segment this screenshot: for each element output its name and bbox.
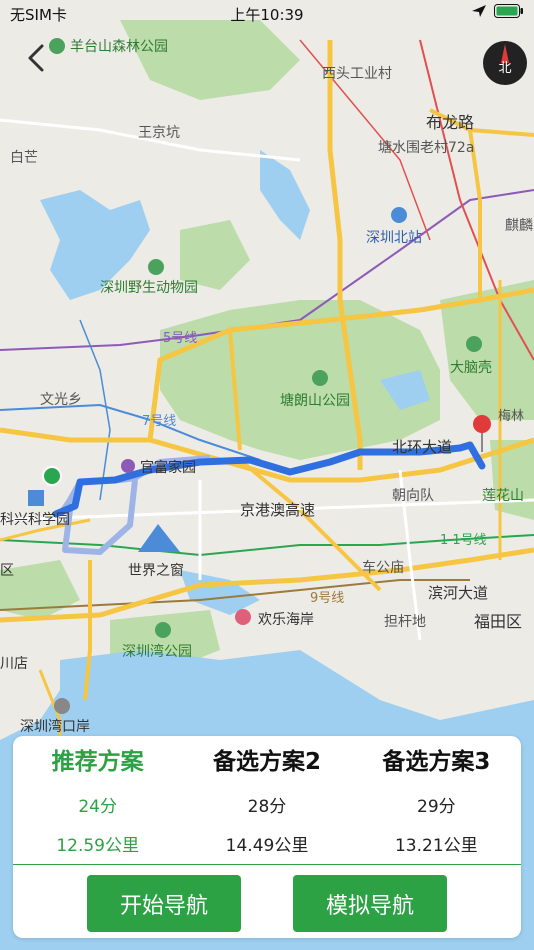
plan-name: 备选方案3 — [382, 749, 491, 775]
plan-duration: 29分 — [417, 797, 456, 817]
simulate-navigation-button[interactable]: 模拟导航 — [293, 875, 447, 932]
compass-button[interactable]: 北 — [482, 40, 528, 86]
route-plan-alt-2[interactable]: 备选方案2 28分 14.49公里 — [182, 736, 351, 866]
route-plan-recommended[interactable]: 推荐方案 24分 12.59公里 — [13, 736, 182, 866]
route-plans: 推荐方案 24分 12.59公里 备选方案2 28分 14.49公里 备选方案3… — [13, 736, 521, 866]
plan-duration: 28分 — [247, 797, 287, 817]
route-panel: 推荐方案 24分 12.59公里 备选方案2 28分 14.49公里 备选方案3… — [13, 736, 521, 938]
chevron-left-icon — [28, 44, 44, 72]
status-icons — [470, 4, 524, 18]
plan-name: 备选方案2 — [212, 749, 321, 775]
location-icon — [472, 5, 486, 17]
plan-name: 推荐方案 — [51, 749, 144, 775]
plan-duration: 24分 — [78, 797, 117, 817]
start-navigation-button[interactable]: 开始导航 — [87, 875, 241, 932]
back-button[interactable] — [22, 40, 52, 76]
battery-icon — [494, 4, 523, 18]
route-plan-alt-3[interactable]: 备选方案3 29分 13.21公里 — [352, 736, 521, 866]
plan-distance: 12.59公里 — [56, 836, 139, 856]
plan-distance: 13.21公里 — [394, 836, 478, 856]
plan-distance: 14.49公里 — [225, 836, 309, 856]
panel-divider — [13, 864, 521, 865]
compass-north-label: 北 — [498, 61, 511, 76]
status-bar: 无SIM卡 上午10:39 — [0, 0, 534, 28]
map-screen: 羊台山森林公园 西头工业村 王京坑 布龙路 白芒 塘水围老村72a 深圳北站 麒… — [0, 0, 534, 950]
clock: 上午10:39 — [230, 6, 304, 24]
